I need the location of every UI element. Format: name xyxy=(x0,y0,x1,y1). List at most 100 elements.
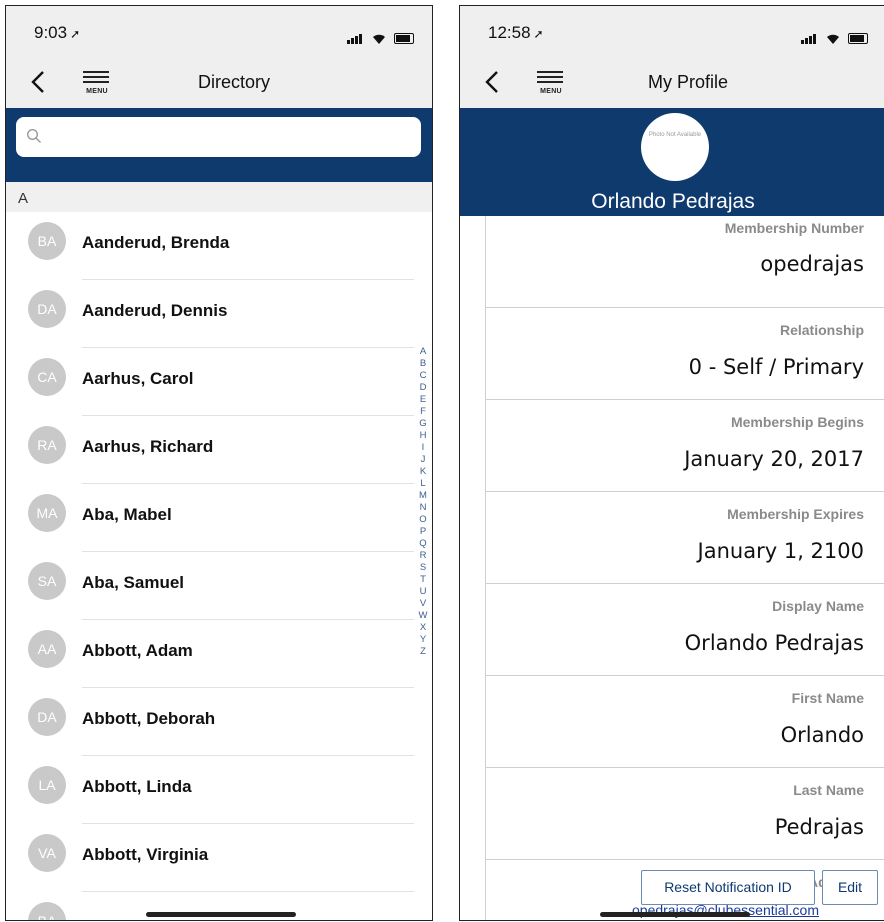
field-value: Orlando xyxy=(780,723,864,747)
list-item[interactable]: DA Aanderud, Dennis xyxy=(6,280,432,348)
avatar: BA xyxy=(28,222,66,260)
nav-bar: MENU My Profile xyxy=(460,56,884,109)
menu-label: MENU xyxy=(540,88,562,95)
contact-name: Aanderud, Dennis xyxy=(82,301,228,320)
index-letter[interactable]: Y xyxy=(416,634,430,646)
index-letter[interactable]: B xyxy=(416,358,430,370)
index-letter[interactable]: D xyxy=(416,382,430,394)
index-letter[interactable]: A xyxy=(416,346,430,358)
profile-field: Relationship 0 - Self / Primary xyxy=(486,308,884,400)
search-bar-container xyxy=(6,108,432,182)
field-value: 0 - Self / Primary xyxy=(688,355,864,379)
nav-bar: MENU Directory xyxy=(6,56,432,109)
signal-icon xyxy=(801,40,805,44)
list-item[interactable]: SA Aba, Samuel xyxy=(6,552,432,620)
photo-placeholder-text: Photo Not Available xyxy=(648,132,702,138)
back-icon[interactable] xyxy=(28,70,50,94)
page-title: Directory xyxy=(197,72,270,92)
edit-button[interactable]: Edit xyxy=(822,870,878,905)
index-letter[interactable]: E xyxy=(416,394,430,406)
home-indicator xyxy=(600,912,750,917)
list-item[interactable]: RA Aarhus, Richard xyxy=(6,416,432,484)
profile-screen: 12:58 ➚ MENU My Profile Photo Not Availab… xyxy=(459,5,884,921)
field-value: opedrajas xyxy=(760,252,864,276)
profile-field: Display Name Orlando Pedrajas xyxy=(486,584,884,676)
contact-name: Aarhus, Richard xyxy=(82,437,214,456)
page-title: My Profile xyxy=(647,72,728,92)
index-letter[interactable]: L xyxy=(416,478,430,490)
field-label: Membership Begins xyxy=(730,414,864,430)
contact-name: Aba, Mabel xyxy=(82,505,172,524)
contact-list: BA Aanderud, Brenda DA Aanderud, Dennis CA Aa… xyxy=(6,212,432,920)
list-item[interactable]: AA Abbott, Adam xyxy=(6,620,432,688)
field-value: January 1, 2100 xyxy=(697,539,864,563)
contact-name: Aarhus, Carol xyxy=(82,369,194,388)
signal-icon xyxy=(347,40,351,44)
index-letter[interactable]: W xyxy=(416,610,430,622)
field-label: Last Name xyxy=(793,782,864,798)
contact-name: Abbott, Deborah xyxy=(82,709,216,728)
search-input[interactable] xyxy=(16,117,421,157)
index-letter[interactable]: H xyxy=(416,430,430,442)
profile-field: Membership Begins January 20, 2017 xyxy=(486,400,884,492)
status-bar: 12:58 ➚ xyxy=(460,6,884,56)
profile-field: Last Name Pedrajas xyxy=(486,768,884,860)
index-letter[interactable]: J xyxy=(416,454,430,466)
field-label: Relationship xyxy=(779,322,864,338)
contact-name: Abbott, Linda xyxy=(82,777,192,796)
status-time: 12:58 ➚ xyxy=(488,23,544,42)
directory-screen: 9:03 ➚ MENU Directory A BA Aanderud, Brend… xyxy=(5,5,433,921)
wifi-icon xyxy=(826,34,839,44)
battery-icon xyxy=(848,33,868,44)
index-letter[interactable]: M xyxy=(416,490,430,502)
index-letter[interactable]: T xyxy=(416,574,430,586)
index-letter[interactable]: K xyxy=(416,466,430,478)
list-item[interactable]: CA Aarhus, Carol xyxy=(6,348,432,416)
profile-fields: Membership Number opedrajas Relationship 0 … xyxy=(485,216,884,920)
contact-name: Aba, Samuel xyxy=(82,573,185,592)
location-icon: ➚ xyxy=(70,27,81,41)
avatar: LA xyxy=(28,766,66,804)
index-letter[interactable]: R xyxy=(416,550,430,562)
index-letter[interactable]: V xyxy=(416,598,430,610)
menu-button[interactable]: MENU xyxy=(81,69,113,97)
index-letter[interactable]: O xyxy=(416,514,430,526)
index-letter[interactable]: Z xyxy=(416,646,430,658)
index-letter[interactable]: U xyxy=(416,586,430,598)
avatar: DA xyxy=(28,698,66,736)
field-label: Membership Expires xyxy=(727,506,864,522)
avatar: CA xyxy=(28,358,66,396)
index-letter[interactable]: Q xyxy=(416,538,430,550)
index-letter[interactable]: I xyxy=(416,442,430,454)
list-item[interactable]: MA Aba, Mabel xyxy=(6,484,432,552)
field-value: Orlando Pedrajas xyxy=(684,631,864,655)
reset-notification-button[interactable]: Reset Notification ID xyxy=(641,870,815,905)
index-letter[interactable]: F xyxy=(416,406,430,418)
alphabet-index[interactable]: ABCDEFGHIJKLMNOPQRSTUVWXYZ xyxy=(416,346,430,658)
avatar: SA xyxy=(28,562,66,600)
index-letter[interactable]: X xyxy=(416,622,430,634)
list-item[interactable]: DA Abbott, Deborah xyxy=(6,688,432,756)
index-letter[interactable]: G xyxy=(416,418,430,430)
list-item[interactable]: LA Abbott, Linda xyxy=(6,756,432,824)
field-label: Membership Number xyxy=(724,220,864,236)
list-item[interactable]: VA Abbott, Virginia xyxy=(6,824,432,892)
list-item[interactable]: BA Aanderud, Brenda xyxy=(6,212,432,280)
field-label: First Name xyxy=(791,690,864,706)
field-value: Pedrajas xyxy=(774,815,864,839)
index-letter[interactable]: C xyxy=(416,370,430,382)
index-letter[interactable]: S xyxy=(416,562,430,574)
index-letter[interactable]: N xyxy=(416,502,430,514)
profile-header: Photo Not Available Orlando Pedrajas xyxy=(460,108,884,216)
back-icon[interactable] xyxy=(482,70,504,94)
location-icon: ➚ xyxy=(533,27,544,41)
index-letter[interactable]: P xyxy=(416,526,430,538)
avatar: MA xyxy=(28,494,66,532)
avatar: BA xyxy=(28,902,66,920)
section-header: A xyxy=(6,182,432,212)
avatar: AA xyxy=(28,630,66,668)
menu-button[interactable]: MENU xyxy=(535,69,567,97)
status-icons xyxy=(347,26,414,44)
profile-field: Membership Number opedrajas xyxy=(486,216,884,308)
avatar: RA xyxy=(28,426,66,464)
